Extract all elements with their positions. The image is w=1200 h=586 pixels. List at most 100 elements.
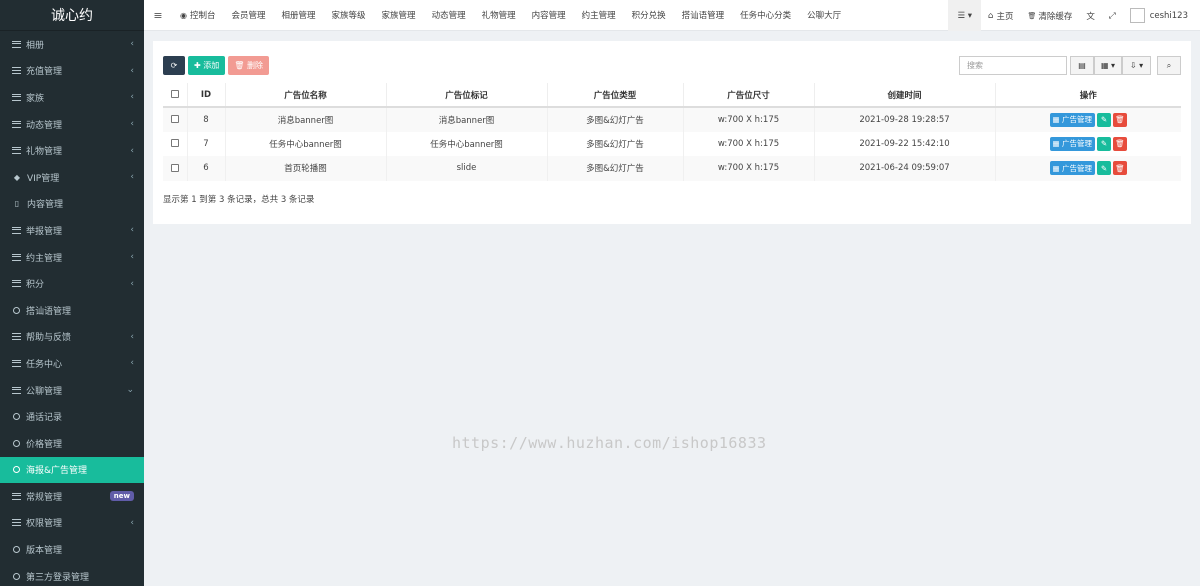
sidebar-item-3[interactable]: 动态管理 ‹ — [0, 111, 144, 138]
bars-icon — [12, 120, 21, 128]
top-tab-7[interactable]: 内容管理 — [524, 0, 574, 31]
add-button[interactable]: ✚ 添加 — [188, 56, 226, 75]
top-tabs: ◉ 控制台 会员管理 相册管理 家族等级 家族管理 动态管理 礼物管理 内容管理 约主管理 积分兑换… — [172, 0, 849, 31]
sidebar-item-20[interactable]: 第三方登录管理 — [0, 563, 144, 586]
chevron-icon: ‹ — [130, 358, 134, 369]
row-select-cell[interactable] — [163, 131, 188, 156]
home-link[interactable]: ⌂ 主页 — [981, 0, 1020, 31]
delete-button[interactable]: 🗑 删除 — [228, 56, 269, 75]
row-select-cell[interactable] — [163, 156, 188, 181]
sidebar-item-0[interactable]: 相册 ‹ — [0, 31, 144, 58]
chevron-icon: ‹ — [130, 92, 134, 103]
sidebar-item-label: 充值管理 — [26, 67, 63, 78]
home-icon: ⌂ — [988, 10, 994, 21]
avatar — [1129, 8, 1145, 23]
search-input[interactable]: 搜索 — [959, 56, 1067, 75]
sidebar-toggle-icon[interactable]: ≡ — [144, 0, 172, 31]
sidebar-item-8[interactable]: 约主管理 ‹ — [0, 244, 144, 271]
sidebar-item-label: 内容管理 — [27, 200, 64, 211]
col-mark[interactable]: 广告位标记 — [386, 83, 548, 108]
row-checkbox[interactable] — [170, 163, 179, 172]
advanced-search-icon[interactable]: ⌕ — [1157, 56, 1181, 75]
row-checkbox[interactable] — [170, 115, 179, 124]
top-tab-12[interactable]: 公聊大厅 — [799, 0, 849, 31]
top-tab-3[interactable]: 家族等级 — [324, 0, 374, 31]
ad-manage-button[interactable]: ▦ 广告管理 — [1049, 112, 1095, 127]
top-navbar: ≡ ◉ 控制台 会员管理 相册管理 家族等级 家族管理 动态管理 礼物管理 内容管理 约主管理 积分… — [144, 0, 1200, 31]
sidebar-item-1[interactable]: 充值管理 ‹ — [0, 58, 144, 85]
row-checkbox[interactable] — [170, 139, 179, 148]
sidebar-item-14[interactable]: 通话记录 — [0, 403, 144, 430]
col-type[interactable]: 广告位类型 — [547, 83, 684, 108]
export-dropdown-icon[interactable]: ⇩ ▾ — [1122, 56, 1151, 75]
sidebar-item-label: 通话记录 — [26, 413, 63, 424]
clear-cache-label: 清除缓存 — [1038, 11, 1073, 22]
sidebar-item-5[interactable]: ◆ VIP管理 ‹ — [0, 164, 144, 191]
bars-icon — [12, 226, 21, 234]
top-tab-label: 礼物管理 — [481, 11, 516, 21]
fullscreen-icon[interactable]: ⤢ — [1102, 0, 1123, 31]
refresh-button[interactable]: ⟳ — [163, 56, 185, 75]
sidebar-item-2[interactable]: 家族 ‹ — [0, 84, 144, 111]
sidebar-item-6[interactable]: ▯ 内容管理 — [0, 191, 144, 218]
top-tab-11[interactable]: 任务中心分类 — [732, 0, 799, 31]
top-tab-2[interactable]: 相册管理 — [274, 0, 324, 31]
cell-actions: ▦ 广告管理 ✎ 🗑 — [995, 132, 1181, 157]
chevron-icon: ‹ — [130, 119, 134, 130]
table-row[interactable]: 7 任务中心banner图 任务中心banner图 多图&幻灯广告 w:700 X h:… — [163, 131, 1181, 157]
ad-manage-button[interactable]: ▦ 广告管理 — [1049, 136, 1095, 151]
top-tab-9[interactable]: 积分兑换 — [624, 0, 674, 31]
watermark: https://www.huzhan.com/ishop16833 — [452, 434, 767, 452]
sidebar-item-10[interactable]: 搭讪语管理 — [0, 297, 144, 324]
sidebar-item-16[interactable]: 海报&广告管理 — [0, 456, 144, 484]
sidebar-item-label: 任务中心 — [26, 359, 63, 370]
col-size[interactable]: 广告位尺寸 — [683, 83, 815, 108]
toggle-view-icon[interactable]: ▤ — [1070, 56, 1094, 75]
sidebar: 诚心约 相册 ‹ 充值管理 ‹ 家族 ‹ 动态管理 ‹ 礼物管理 ‹ ◆ VIP管理 ‹ ▯ 内容管理 举报管… — [0, 0, 144, 586]
sidebar-item-7[interactable]: 举报管理 ‹ — [0, 217, 144, 244]
sidebar-item-label: 礼物管理 — [26, 147, 63, 158]
delete-icon[interactable]: 🗑 — [1112, 161, 1127, 176]
top-tab-4[interactable]: 家族管理 — [374, 0, 424, 31]
select-all-cell[interactable] — [163, 83, 188, 108]
translate-icon[interactable]: 文 — [1079, 0, 1102, 31]
top-tab-8[interactable]: 约主管理 — [574, 0, 624, 31]
sidebar-item-15[interactable]: 价格管理 — [0, 430, 144, 457]
sidebar-item-11[interactable]: 帮助与反馈 ‹ — [0, 324, 144, 351]
clear-cache-button[interactable]: 🗑 清除缓存 — [1020, 0, 1079, 31]
ad-manage-button[interactable]: ▦ 广告管理 — [1049, 161, 1095, 176]
delete-icon[interactable]: 🗑 — [1112, 136, 1127, 151]
menu-dropdown-icon[interactable]: ☰ ▾ — [948, 0, 982, 31]
columns-dropdown-icon[interactable]: ▦ ▾ — [1094, 56, 1122, 75]
cell-type: 多图&幻灯广告 — [547, 156, 684, 181]
user-menu[interactable]: ceshi123 — [1123, 0, 1200, 31]
app-logo[interactable]: 诚心约 — [0, 0, 144, 31]
sidebar-item-4[interactable]: 礼物管理 ‹ — [0, 137, 144, 164]
sidebar-item-12[interactable]: 任务中心 ‹ — [0, 350, 144, 377]
dashboard-icon: ◉ — [180, 10, 187, 20]
top-tab-5[interactable]: 动态管理 — [424, 0, 474, 31]
top-tab-6[interactable]: 礼物管理 — [474, 0, 524, 31]
edit-icon[interactable]: ✎ — [1096, 112, 1111, 127]
sidebar-item-18[interactable]: 权限管理 ‹ — [0, 510, 144, 537]
sidebar-item-9[interactable]: 积分 ‹ — [0, 270, 144, 297]
top-tab-1[interactable]: 会员管理 — [224, 0, 274, 31]
sidebar-item-17[interactable]: 常规管理 new — [0, 483, 144, 510]
top-tab-0[interactable]: ◉ 控制台 — [172, 0, 224, 31]
delete-icon[interactable]: 🗑 — [1112, 112, 1127, 127]
col-created[interactable]: 创建时间 — [814, 83, 996, 108]
edit-icon[interactable]: ✎ — [1096, 136, 1111, 151]
ad-position-table: ID 广告位名称 广告位标记 广告位类型 广告位尺寸 创建时间 操作 8 消息ba… — [163, 83, 1181, 181]
file-icon: ▯ — [14, 199, 20, 209]
sidebar-item-label: 版本管理 — [26, 546, 63, 557]
table-row[interactable]: 6 首页轮播图 slide 多图&幻灯广告 w:700 X h:175 2021-06-2… — [163, 156, 1181, 181]
sidebar-item-19[interactable]: 版本管理 — [0, 536, 144, 563]
sidebar-item-13[interactable]: 公聊管理 ⌄ — [0, 377, 144, 404]
col-id[interactable]: ID — [187, 83, 226, 108]
top-tab-10[interactable]: 搭讪语管理 — [674, 0, 733, 31]
row-select-cell[interactable] — [163, 107, 188, 132]
select-all-checkbox[interactable] — [170, 90, 179, 98]
col-name[interactable]: 广告位名称 — [225, 83, 387, 108]
edit-icon[interactable]: ✎ — [1096, 161, 1111, 176]
table-row[interactable]: 8 消息banner图 消息banner图 多图&幻灯广告 w:700 X h:175 2… — [163, 107, 1181, 132]
